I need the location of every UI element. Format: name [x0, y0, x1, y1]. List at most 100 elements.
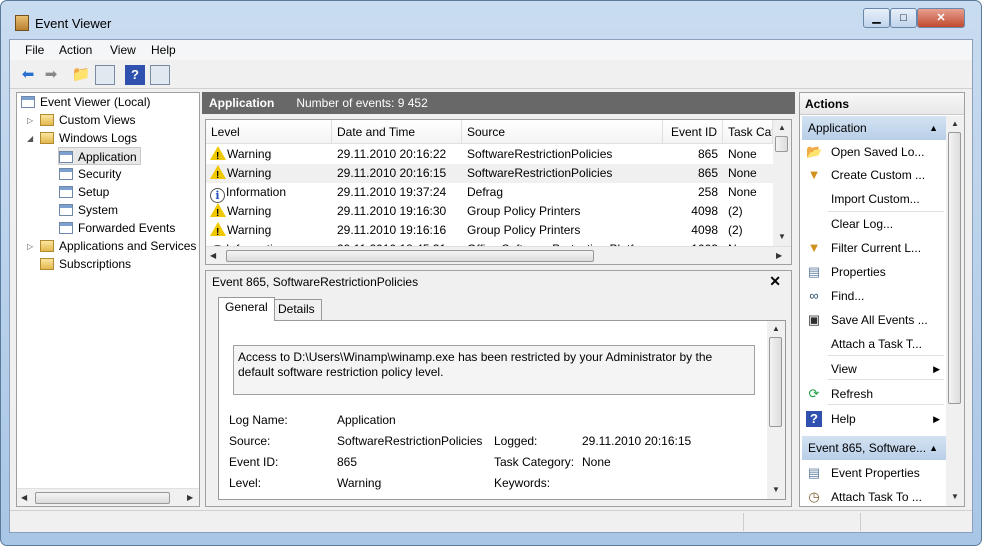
action-label: Help	[831, 412, 856, 426]
status-divider	[743, 513, 744, 531]
tree-item-event-viewer-local[interactable]: Event Viewer (Local)	[21, 93, 151, 111]
event-row[interactable]: Warning 29.11.2010 20:16:15 SoftwareRest…	[206, 164, 773, 183]
center-pane: Application Number of events: 9 452 Level…	[202, 92, 795, 507]
list-horizontal-scrollbar[interactable]: ◀ ▶	[206, 246, 791, 264]
menu-action[interactable]: Action	[59, 43, 92, 57]
collapse-arrow-icon[interactable]: ◢	[27, 134, 33, 143]
collapse-up-icon[interactable]: ▲	[929, 116, 938, 140]
show-hide-action-pane-icon[interactable]	[150, 65, 170, 85]
tab-general[interactable]: General	[218, 297, 275, 321]
scroll-left-icon[interactable]: ◀	[210, 251, 216, 260]
tree-item-system[interactable]: System	[59, 201, 118, 219]
logged-label: Logged:	[494, 434, 538, 448]
tree-label: Custom Views	[59, 113, 136, 127]
action-view[interactable]: View ▶	[800, 358, 946, 380]
tree-item-setup[interactable]: Setup	[59, 183, 109, 201]
action-open-saved-lo[interactable]: 📂 Open Saved Lo...	[800, 141, 946, 163]
scroll-right-icon[interactable]: ▶	[187, 493, 193, 502]
list-vertical-scrollbar[interactable]: ▲ ▼	[773, 120, 791, 246]
floppy-disk-icon: ▣	[807, 312, 821, 327]
tree-item-application[interactable]: Application	[58, 147, 141, 165]
action-label: Properties	[831, 265, 886, 279]
menu-help[interactable]: Help	[151, 43, 176, 57]
scroll-thumb[interactable]	[35, 492, 170, 504]
event-row[interactable]: Warning 29.11.2010 20:16:22 SoftwareRest…	[206, 145, 773, 164]
action-attach-task-to[interactable]: ◷ Attach Task To ...	[800, 486, 946, 506]
event-row[interactable]: Warning 29.11.2010 19:16:30 Group Policy…	[206, 202, 773, 221]
event-row[interactable]: i Information 29.11.2010 19:37:24 Defrag …	[206, 183, 773, 203]
scroll-up-icon[interactable]: ▲	[772, 324, 780, 333]
event-row[interactable]: Warning 29.11.2010 19:16:16 Group Policy…	[206, 221, 773, 240]
scroll-thumb[interactable]	[948, 132, 961, 404]
actions-vertical-scrollbar[interactable]: ▲ ▼	[946, 116, 964, 506]
scroll-left-icon[interactable]: ◀	[21, 493, 27, 502]
detail-vertical-scrollbar[interactable]: ▲ ▼	[767, 321, 785, 499]
log-name-value: Application	[337, 413, 396, 427]
tree-item-custom-views[interactable]: Custom Views	[40, 111, 135, 129]
action-properties[interactable]: ▤ Properties	[800, 261, 946, 283]
scroll-thumb[interactable]	[775, 136, 788, 152]
action-save-all-events[interactable]: ▣ Save All Events ...	[800, 309, 946, 331]
back-arrow-icon[interactable]: ⬅	[18, 65, 38, 85]
separator	[828, 404, 944, 405]
column-header-event-id[interactable]: Event ID	[663, 120, 723, 144]
warning-icon	[210, 146, 226, 164]
scroll-right-icon[interactable]: ▶	[776, 251, 782, 260]
scroll-thumb[interactable]	[226, 250, 594, 262]
expand-arrow-icon[interactable]: ▷	[27, 116, 33, 125]
tree-horizontal-scrollbar[interactable]: ◀ ▶	[17, 488, 199, 506]
column-header-source[interactable]: Source	[462, 120, 663, 144]
actions-section-event[interactable]: Event 865, Software... ▲	[802, 436, 946, 460]
action-create-custom[interactable]: ▼ Create Custom ...	[800, 164, 946, 186]
level-cell: Warning	[227, 166, 272, 180]
action-event-properties[interactable]: ▤ Event Properties	[800, 462, 946, 484]
action-refresh[interactable]: ⟳ Refresh	[800, 383, 946, 405]
expand-arrow-icon[interactable]: ▷	[27, 242, 33, 251]
tree-item-applications-and-services[interactable]: Applications and Services	[40, 237, 196, 255]
action-import-custom[interactable]: Import Custom...	[800, 188, 946, 210]
tree-item-windows-logs[interactable]: Windows Logs	[40, 129, 137, 147]
close-detail-icon[interactable]: ✕	[769, 273, 781, 290]
close-button[interactable]: ✕	[917, 8, 965, 28]
log-icon	[59, 151, 73, 163]
maximize-button[interactable]: □	[890, 8, 917, 28]
menu-view[interactable]: View	[110, 43, 136, 57]
scroll-down-icon[interactable]: ▼	[778, 232, 786, 241]
event-id-cell: 4098	[691, 223, 718, 237]
scroll-thumb[interactable]	[769, 337, 782, 427]
up-folder-icon[interactable]: 📁	[71, 65, 91, 85]
column-header-date[interactable]: Date and Time	[332, 120, 462, 144]
action-help[interactable]: ? Help ▶	[800, 408, 946, 430]
column-header-level[interactable]: Level	[206, 120, 332, 144]
tree-item-subscriptions[interactable]: Subscriptions	[40, 255, 131, 273]
menu-file[interactable]: File	[25, 43, 44, 57]
scroll-down-icon[interactable]: ▼	[772, 485, 780, 494]
actions-header: Actions	[800, 93, 964, 115]
tree-item-security[interactable]: Security	[59, 165, 121, 183]
column-header-task-category[interactable]: Task Cat	[723, 120, 773, 144]
scroll-down-icon[interactable]: ▼	[951, 492, 959, 501]
action-label: Import Custom...	[831, 192, 920, 206]
tree-label: System	[78, 203, 119, 217]
actions-pane: Actions Application ▲ 📂 Open Saved Lo... ▼ C…	[799, 92, 965, 507]
log-icon	[59, 222, 73, 234]
tree-item-forwarded-events[interactable]: Forwarded Events	[59, 219, 175, 237]
action-clear-log[interactable]: Clear Log...	[800, 213, 946, 235]
show-hide-console-tree-icon[interactable]	[95, 65, 115, 85]
event-detail-pane: Event 865, SoftwareRestrictionPolicies ✕…	[205, 270, 792, 507]
scroll-up-icon[interactable]: ▲	[778, 123, 786, 132]
help-icon[interactable]: ?	[125, 65, 145, 85]
collapse-up-icon[interactable]: ▲	[929, 436, 938, 460]
scroll-up-icon[interactable]: ▲	[951, 119, 959, 128]
action-find[interactable]: ∞ Find...	[800, 285, 946, 307]
date-cell: 29.11.2010 20:16:15	[337, 166, 447, 180]
action-filter-current-l[interactable]: ▼ Filter Current L...	[800, 237, 946, 259]
information-icon: i	[210, 188, 225, 203]
event-viewer-icon	[21, 96, 35, 108]
minimize-button[interactable]: ▁	[863, 8, 890, 28]
action-attach-a-task-t[interactable]: Attach a Task T...	[800, 333, 946, 355]
forward-arrow-icon[interactable]: ➡	[41, 65, 61, 85]
actions-section-application[interactable]: Application ▲	[802, 116, 946, 140]
tree-label: Windows Logs	[59, 131, 138, 145]
tab-details[interactable]: Details	[271, 299, 322, 320]
